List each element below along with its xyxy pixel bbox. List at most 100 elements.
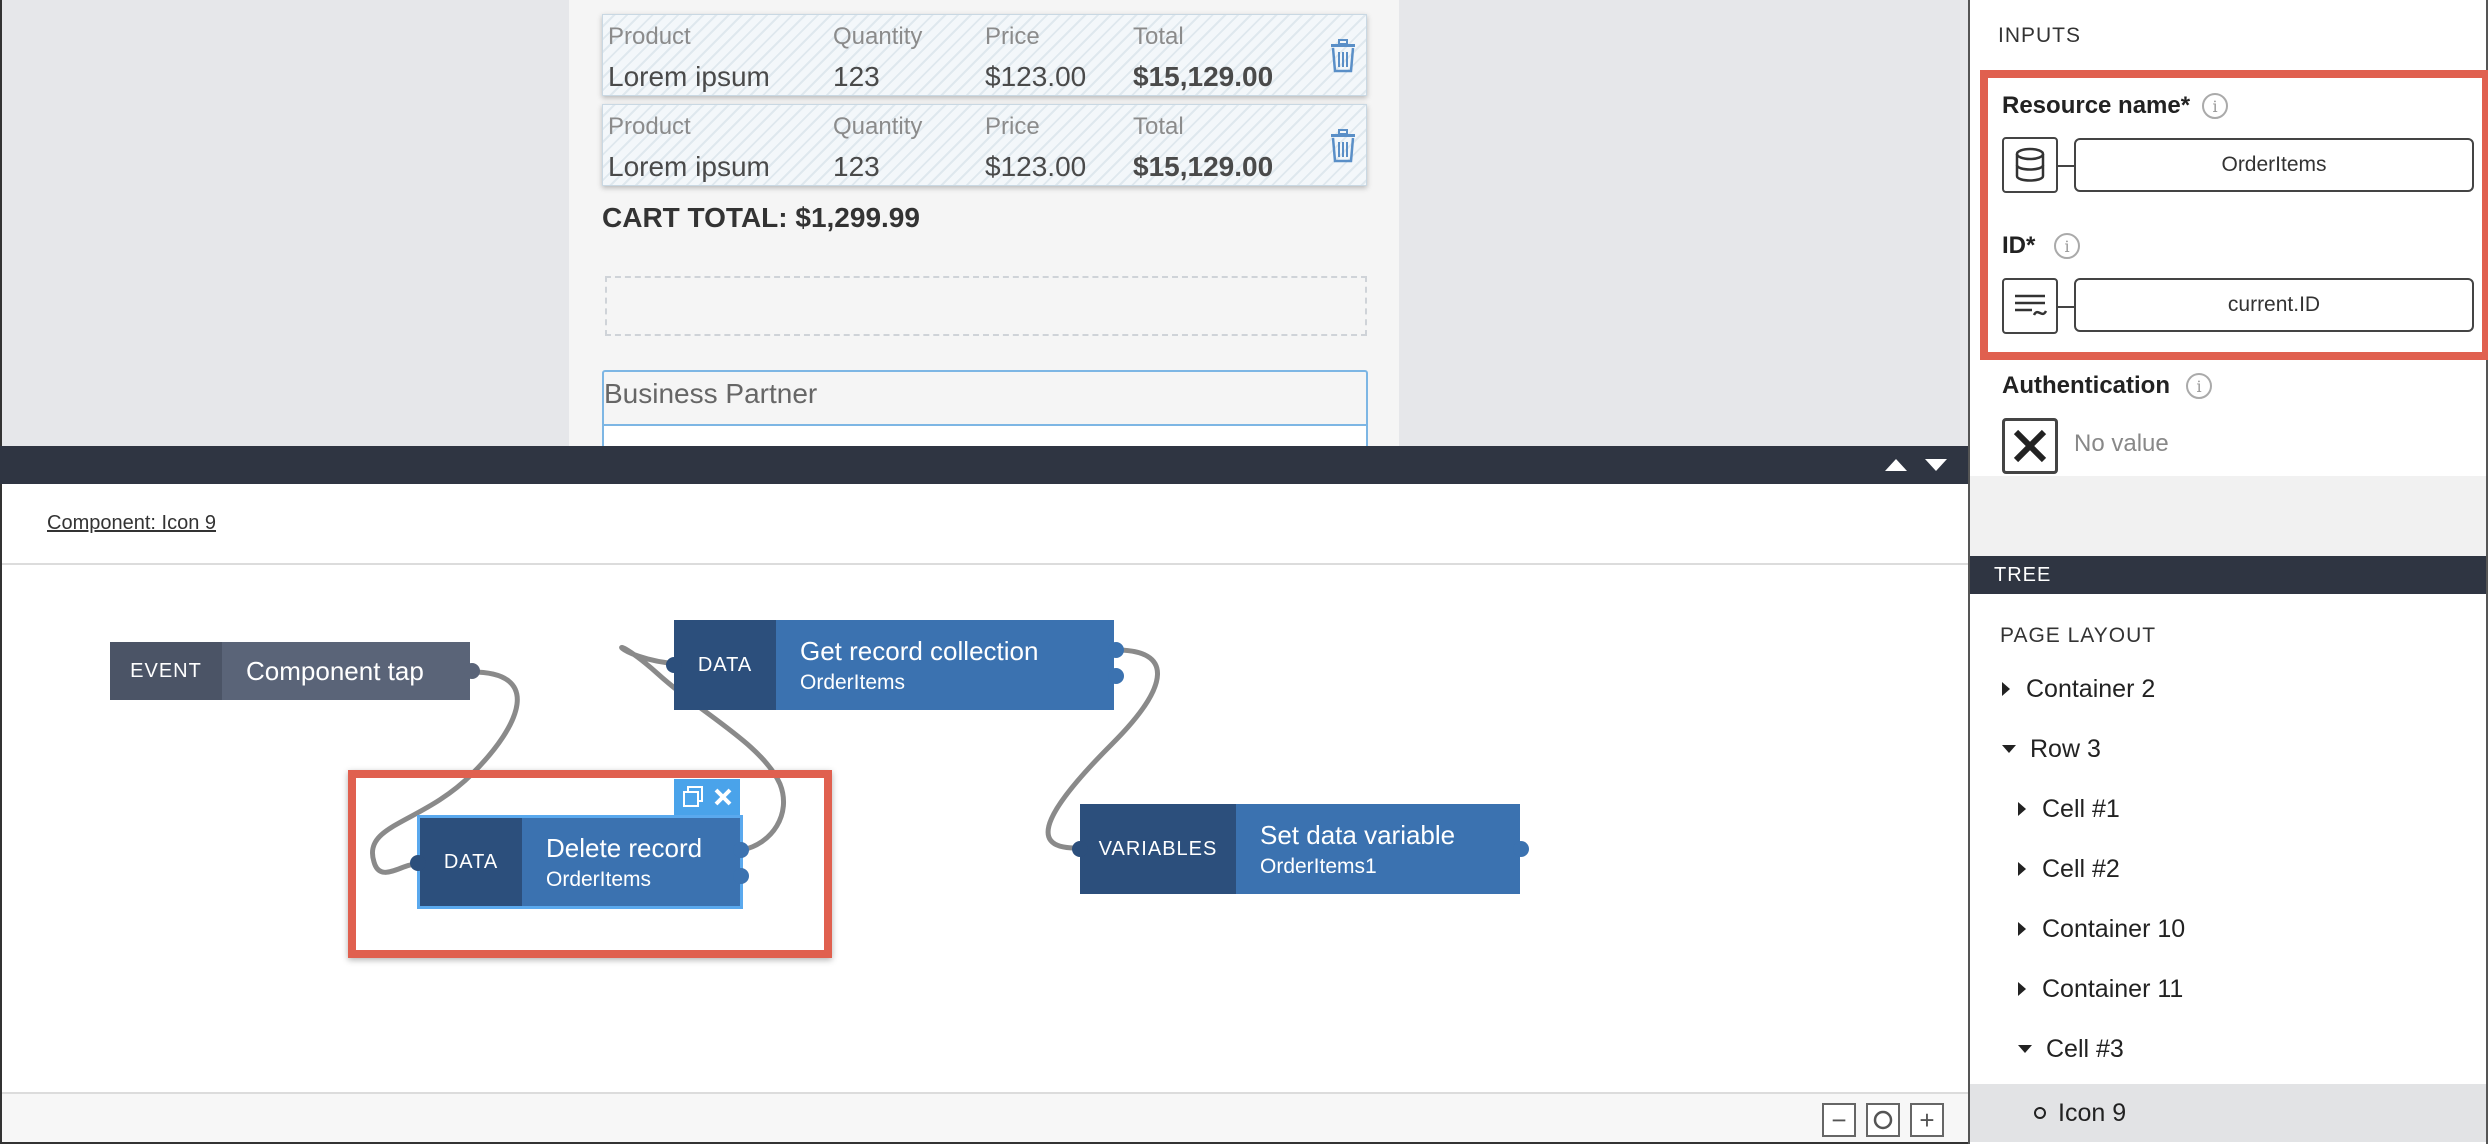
tree-item-icon-9[interactable]: Icon 9 bbox=[2034, 1088, 2126, 1138]
cart-header-product: Product bbox=[608, 113, 691, 140]
tree-title: TREE bbox=[1994, 564, 2052, 586]
cart-total-text: CART TOTAL: $1,299.99 bbox=[602, 202, 920, 233]
node-tag: EVENT bbox=[110, 642, 222, 700]
cart-quantity: 123 bbox=[833, 151, 880, 182]
tree-item-label: Cell #1 bbox=[2042, 794, 2120, 823]
inputs-section-title: INPUTS bbox=[1998, 24, 2082, 47]
caret-down-icon[interactable] bbox=[2018, 1045, 2032, 1053]
formula-icon[interactable] bbox=[2002, 278, 2058, 334]
cart-price: $123.00 bbox=[985, 151, 1087, 182]
caret-right-icon[interactable] bbox=[2018, 862, 2026, 876]
business-partner-input[interactable] bbox=[604, 424, 1366, 446]
logic-canvas[interactable]: Component: Icon 9 EVENT Component tap DA… bbox=[0, 484, 1968, 1144]
caret-right-icon[interactable] bbox=[2018, 982, 2026, 996]
info-icon[interactable]: i bbox=[2202, 93, 2228, 119]
cart-header-quantity: Quantity bbox=[833, 23, 923, 50]
bullet-icon bbox=[2034, 1107, 2046, 1119]
chevron-up-icon[interactable] bbox=[1884, 456, 1908, 474]
output-port[interactable] bbox=[1108, 642, 1124, 658]
node-title: Get record collection bbox=[800, 635, 1039, 666]
node-subtitle: OrderItems1 bbox=[1260, 854, 1377, 878]
cart-product: Lorem ipsum bbox=[608, 151, 770, 182]
output-port[interactable] bbox=[733, 842, 749, 858]
tree-item-label: Cell #3 bbox=[2046, 1034, 2124, 1063]
cart-total: $15,129.00 bbox=[1133, 151, 1274, 182]
no-value-icon[interactable] bbox=[2002, 418, 2058, 474]
cart-item-row[interactable]: Product Quantity Price Total Lorem ipsum… bbox=[602, 14, 1367, 96]
page-layout-heading: PAGE LAYOUT bbox=[2000, 624, 2157, 647]
node-title: Delete record bbox=[546, 832, 703, 863]
trash-icon[interactable] bbox=[1328, 39, 1358, 73]
phone-canvas: Product Quantity Price Total Lorem ipsum… bbox=[569, 0, 1399, 446]
caret-right-icon[interactable] bbox=[2018, 922, 2026, 936]
sidebar-spacer bbox=[1970, 476, 2486, 556]
circle-icon bbox=[1873, 1110, 1893, 1130]
tree-item-label: Row 3 bbox=[2030, 734, 2101, 763]
trash-icon[interactable] bbox=[1328, 129, 1358, 163]
input-port[interactable] bbox=[410, 855, 426, 871]
cart-item-row[interactable]: Product Quantity Price Total Lorem ipsum… bbox=[602, 104, 1367, 186]
flow-wires bbox=[370, 644, 1160, 875]
output-port[interactable] bbox=[464, 663, 480, 679]
zoom-controls: − + bbox=[2, 1092, 1968, 1142]
zoom-reset-button[interactable] bbox=[1866, 1103, 1900, 1137]
caret-down-icon[interactable] bbox=[2002, 745, 2016, 753]
chevron-down-icon[interactable] bbox=[1924, 456, 1948, 474]
output-port[interactable] bbox=[1108, 668, 1124, 684]
data-node-get-record-collection[interactable]: DATA Get record collection OrderItems bbox=[674, 620, 1114, 710]
database-icon[interactable] bbox=[2002, 137, 2058, 193]
binding-connector bbox=[2058, 165, 2074, 167]
variables-node-set-data-variable[interactable]: VARIABLES Set data variable OrderItems1 bbox=[1080, 804, 1520, 894]
binding-connector bbox=[2058, 306, 2074, 308]
id-value[interactable]: current.ID bbox=[2074, 278, 2474, 332]
info-icon[interactable]: i bbox=[2186, 373, 2212, 399]
panel-resize-bar[interactable] bbox=[0, 446, 1968, 484]
node-subtitle: OrderItems bbox=[800, 670, 906, 694]
cart-header-price: Price bbox=[985, 23, 1040, 50]
tree-section-header: TREE bbox=[1970, 556, 2486, 594]
cart-header-product: Product bbox=[608, 23, 691, 50]
data-node-delete-record[interactable]: DATA Delete record OrderItems bbox=[417, 815, 743, 909]
node-actions bbox=[674, 779, 740, 815]
app-preview: Product Quantity Price Total Lorem ipsum… bbox=[0, 0, 1968, 446]
output-port[interactable] bbox=[733, 868, 749, 884]
close-icon[interactable] bbox=[713, 787, 733, 807]
properties-sidebar: INPUTS Resource name* i OrderItems ID* i… bbox=[1968, 0, 2488, 1144]
cart-quantity: 123 bbox=[833, 61, 880, 92]
tree-item-label: Container 11 bbox=[2042, 974, 2184, 1003]
tree-item-cell-1[interactable]: Cell #1 bbox=[2018, 784, 2120, 834]
authentication-value: No value bbox=[2074, 430, 2169, 457]
caret-right-icon[interactable] bbox=[2018, 802, 2026, 816]
event-node-component-tap[interactable]: EVENT Component tap bbox=[110, 642, 470, 700]
node-tag: DATA bbox=[420, 818, 522, 906]
authentication-label: Authentication bbox=[2002, 372, 2170, 399]
tree-item-container-2[interactable]: Container 2 bbox=[2002, 664, 2155, 714]
tree-item-cell-2[interactable]: Cell #2 bbox=[2018, 844, 2120, 894]
tree-item-label: Icon 9 bbox=[2058, 1098, 2127, 1127]
tree-item-container-10[interactable]: Container 10 bbox=[2018, 904, 2185, 954]
tree-item-label: Cell #2 bbox=[2042, 854, 2120, 883]
tree-item-cell-3[interactable]: Cell #3 bbox=[2018, 1024, 2124, 1074]
empty-drop-zone[interactable] bbox=[605, 276, 1367, 336]
tree-item-label: Container 10 bbox=[2042, 914, 2186, 943]
tree-item-row-3[interactable]: Row 3 bbox=[2002, 724, 2101, 774]
business-partner-field[interactable]: Business Partner bbox=[602, 370, 1368, 446]
cart-header-total: Total bbox=[1133, 113, 1184, 140]
caret-right-icon[interactable] bbox=[2002, 682, 2010, 696]
zoom-in-button[interactable]: + bbox=[1910, 1103, 1944, 1137]
node-subtitle: OrderItems bbox=[546, 867, 652, 891]
zoom-out-button[interactable]: − bbox=[1822, 1103, 1856, 1137]
output-port[interactable] bbox=[1513, 841, 1529, 857]
input-port[interactable] bbox=[1072, 841, 1088, 857]
tree-item-container-11[interactable]: Container 11 bbox=[2018, 964, 2183, 1014]
cart-price: $123.00 bbox=[985, 61, 1087, 92]
input-port[interactable] bbox=[666, 657, 682, 673]
cart-header-total: Total bbox=[1133, 23, 1184, 50]
cart-total: $15,129.00 bbox=[1133, 61, 1274, 92]
node-tag: DATA bbox=[674, 620, 776, 710]
resource-name-value[interactable]: OrderItems bbox=[2074, 138, 2474, 192]
cart-header-quantity: Quantity bbox=[833, 113, 923, 140]
tree-item-label: Container 2 bbox=[2026, 674, 2156, 703]
info-icon[interactable]: i bbox=[2054, 233, 2080, 259]
duplicate-icon[interactable] bbox=[681, 785, 705, 809]
